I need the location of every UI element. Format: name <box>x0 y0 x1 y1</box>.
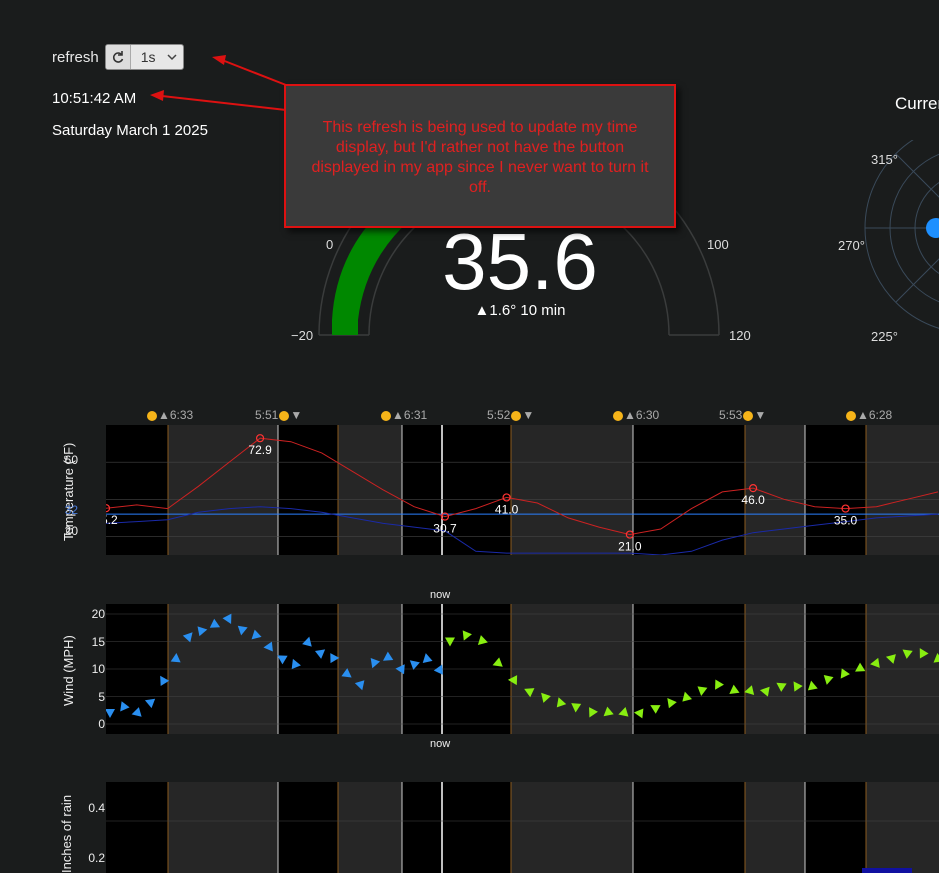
compass-label-315: 315° <box>871 152 898 167</box>
gauge-label-min: −20 <box>291 328 314 343</box>
sun-icon <box>743 410 754 421</box>
refresh-icon <box>112 51 123 63</box>
temp-extreme-label: 30.7 <box>433 522 457 536</box>
sun-icon <box>846 410 856 421</box>
wind-axis-title: Wind (MPH) <box>61 635 76 706</box>
rain-bar <box>862 868 912 873</box>
temp-ytick-60: 60 <box>64 453 78 467</box>
rain-chart <box>106 782 939 873</box>
callout-arrows <box>150 55 287 111</box>
rain-band <box>278 782 338 873</box>
rain-band <box>106 782 168 873</box>
annotation-callout: This refresh is being used to update my … <box>284 84 676 228</box>
now-label-top: now <box>430 589 451 601</box>
wind-compass <box>864 140 939 329</box>
temp-band <box>633 425 745 555</box>
gauge-label-0: 0 <box>326 237 334 252</box>
temp-band <box>805 425 866 555</box>
compass-label-270: 270° <box>838 238 865 253</box>
sunrise-3: ▲6:30 <box>612 408 659 422</box>
temperature-change: ▲1.6° 10 min <box>474 302 566 319</box>
gauge-label-100: 100 <box>707 237 729 252</box>
temp-extreme-label: 21.0 <box>618 540 642 554</box>
sun-icon <box>613 410 623 421</box>
rain-ytick-0.4: 0.4 <box>88 801 105 815</box>
rain-band <box>402 782 511 873</box>
current-wind-title: Current <box>895 94 939 113</box>
rain-band <box>338 782 402 873</box>
rain-band <box>168 782 278 873</box>
sunrise-4: ▲6:28 <box>845 408 892 422</box>
sun-icon <box>511 410 522 421</box>
rain-ytick-0.2: 0.2 <box>88 851 105 865</box>
sun-icon <box>279 410 290 421</box>
refresh-label: refresh <box>52 48 99 66</box>
rain-band <box>633 782 745 873</box>
rain-band <box>866 782 939 873</box>
temp-extreme-label: 46.0 <box>741 493 765 507</box>
sunset-1: 5:51 ▼ <box>255 408 303 422</box>
wind-ytick-20: 20 <box>91 607 105 621</box>
temp-extreme-label: 72.9 <box>248 443 272 457</box>
wind-direction-dot <box>926 218 939 238</box>
wind-ytick-10: 10 <box>91 662 105 676</box>
wind-chart <box>106 604 939 734</box>
temp-band <box>511 425 633 555</box>
current-temperature: 35.6 <box>442 217 598 306</box>
callout-text: This refresh is being used to update my … <box>311 119 649 196</box>
temp-band <box>866 425 939 555</box>
temp-band <box>338 425 402 555</box>
wind-ytick-15: 15 <box>91 635 105 649</box>
wind-ytick-0: 0 <box>98 717 105 731</box>
temp-extreme-label: 35.0 <box>834 514 858 528</box>
temp-band <box>745 425 805 555</box>
temp-band <box>278 425 338 555</box>
temp-extreme-label: 41.0 <box>495 502 519 516</box>
current-time: 10:51:42 AM <box>52 90 137 107</box>
sunrise-2: ▲6:31 <box>380 408 427 422</box>
compass-label-225: 225° <box>871 329 898 344</box>
temperature-chart: 35.2 72.9 30.7 41.0 21.0 46.0 35.0 <box>106 425 939 555</box>
sunset-2: 5:52 ▼ <box>487 408 535 422</box>
rain-band <box>745 782 805 873</box>
rain-band <box>511 782 633 873</box>
temp-extreme-label: 35.2 <box>106 513 118 527</box>
sun-icon <box>381 410 391 421</box>
sunset-3: 5:53 ▼ <box>719 408 767 422</box>
refresh-button[interactable] <box>105 45 131 69</box>
gauge-label-max: 120 <box>729 328 751 343</box>
rain-axis-title: Inches of rain <box>59 794 74 873</box>
wind-ytick-5: 5 <box>98 690 105 704</box>
now-label-bottom: now <box>430 738 451 750</box>
temp-band <box>106 425 168 555</box>
freeze-label: 32 <box>64 503 78 517</box>
sun-icon <box>147 410 157 421</box>
sunrise-1: ▲6:33 <box>146 408 193 422</box>
temp-ytick-20: 20 <box>64 524 78 538</box>
rain-band <box>805 782 866 873</box>
